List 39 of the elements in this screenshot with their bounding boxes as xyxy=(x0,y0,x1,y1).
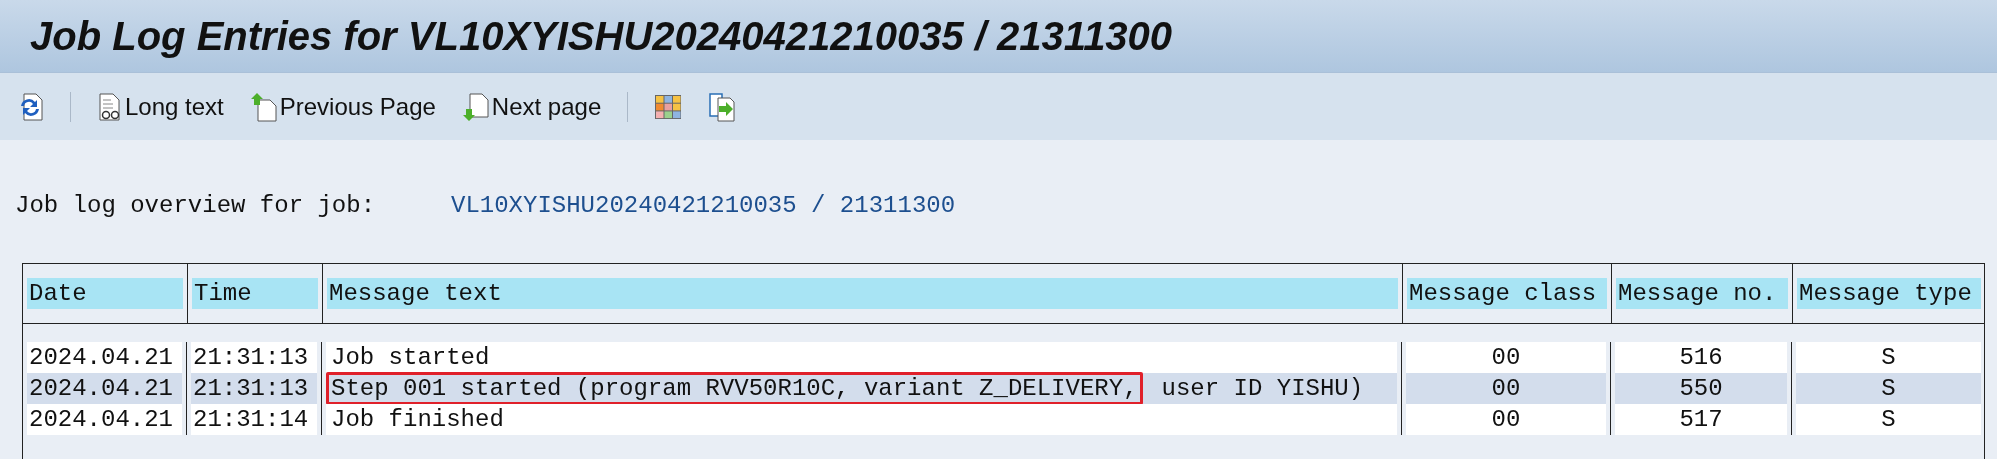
job-name: VL10XYISHU20240421210035 / 21311300 xyxy=(451,191,956,221)
column-header: Message text xyxy=(327,278,1398,309)
export-document-icon xyxy=(708,91,737,122)
column-header: Date xyxy=(27,278,183,309)
message-type-cell: S xyxy=(1796,404,1981,435)
date-cell: 2024.04.21 xyxy=(27,373,182,404)
overview-label: Job log overview for job: xyxy=(15,191,377,221)
page-up-arrow-icon xyxy=(249,91,278,122)
refresh-button[interactable] xyxy=(18,91,44,122)
message-number-cell: 516 xyxy=(1615,342,1787,373)
toolbar-button[interactable]: Previous Page xyxy=(249,88,436,125)
time-cell: 21:31:14 xyxy=(191,404,317,435)
message-type-cell: S xyxy=(1796,373,1981,404)
message-number-cell: 517 xyxy=(1615,404,1787,435)
time-cell: 21:31:13 xyxy=(191,342,317,373)
page-down-arrow-icon xyxy=(461,91,490,122)
column-header: Message no. xyxy=(1616,278,1788,309)
time-cell: 21:31:13 xyxy=(191,373,317,404)
message-class-cell: 00 xyxy=(1406,404,1606,435)
column-header: Message class xyxy=(1407,278,1607,309)
layout-button[interactable] xyxy=(654,93,683,120)
refresh-icon xyxy=(18,91,44,122)
message-class-cell: 00 xyxy=(1406,373,1606,404)
message-text: Job finished xyxy=(330,405,505,435)
grid-icon xyxy=(654,93,683,120)
message-type-cell: S xyxy=(1796,342,1981,373)
message-class-cell: 00 xyxy=(1406,342,1606,373)
message-text: Job started xyxy=(330,343,491,373)
export-button[interactable] xyxy=(708,91,737,122)
date-cell: 2024.04.21 xyxy=(27,342,182,373)
message-text: user ID YISHU) xyxy=(1160,374,1365,404)
toolbar-button[interactable]: Next page xyxy=(461,88,602,125)
document-glasses-icon xyxy=(97,91,123,122)
message-number-cell: 550 xyxy=(1615,373,1787,404)
column-header: Message type xyxy=(1797,278,1981,309)
toolbar-button[interactable]: Long text xyxy=(97,88,224,125)
column-header: Time xyxy=(192,278,318,309)
date-cell: 2024.04.21 xyxy=(27,404,182,435)
window-title: Job Log Entries for VL10XYISHU20240421210035 / 21311300 xyxy=(30,13,1173,60)
